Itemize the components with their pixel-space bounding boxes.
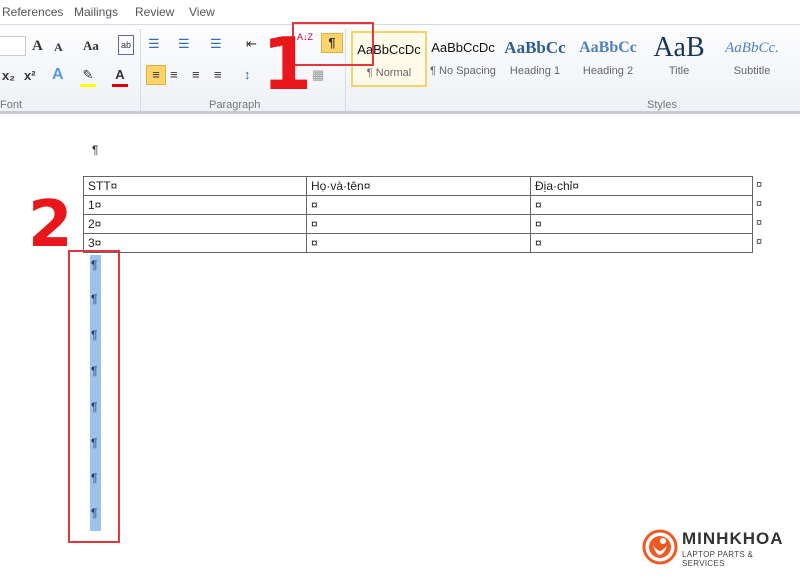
grow-font-button[interactable]: A: [32, 37, 43, 55]
borders-button[interactable]: ▦: [312, 66, 324, 84]
style-title[interactable]: AaB Title: [641, 31, 717, 87]
align-right-button[interactable]: ≡: [192, 66, 200, 84]
style-no-spacing[interactable]: AaBbCcDc ¶ No Spacing: [425, 31, 501, 87]
table-cell[interactable]: ¤: [306, 195, 531, 215]
minhkhoa-logo: MINHKHOA LAPTOP PARTS & SERVICES: [640, 527, 795, 568]
subscript-button[interactable]: x₂: [2, 67, 15, 85]
center-button[interactable]: ≡: [170, 66, 178, 84]
logo-icon: [642, 529, 678, 565]
table-cell[interactable]: ¤: [530, 214, 753, 234]
table-row: 2¤ ¤ ¤: [83, 214, 753, 234]
justify-button[interactable]: ≡: [214, 66, 222, 84]
table-cell[interactable]: ¤: [306, 214, 531, 234]
shrink-font-button[interactable]: A: [54, 38, 63, 56]
table-row: 1¤ ¤ ¤: [83, 195, 753, 215]
table-cell[interactable]: ¤: [530, 233, 753, 253]
annotation-number-2: 2: [28, 188, 73, 262]
paragraph-group-label: Paragraph: [209, 99, 261, 111]
font-group-label: Font: [0, 99, 23, 111]
multilevel-list-button[interactable]: ☰: [210, 35, 222, 53]
numbering-button[interactable]: ☰: [178, 35, 190, 53]
table-row: STT¤ Họ·và·tên¤ Địa·chỉ¤: [83, 176, 753, 196]
table-cell[interactable]: Địa·chỉ¤: [530, 176, 753, 196]
row-end-mark: ¤: [756, 236, 763, 248]
tab-references[interactable]: References: [2, 5, 63, 19]
text-effects-button[interactable]: A: [52, 66, 64, 84]
clear-formatting-button[interactable]: ab: [118, 35, 135, 55]
style-heading-1[interactable]: AaBbCc Heading 1: [497, 31, 573, 87]
tab-mailings[interactable]: Mailings: [74, 5, 118, 19]
font-size-box[interactable]: [0, 36, 26, 56]
logo-tagline: LAPTOP PARTS & SERVICES: [682, 550, 754, 568]
bullets-button[interactable]: ☰: [148, 35, 160, 53]
document-table[interactable]: STT¤ Họ·và·tên¤ Địa·chỉ¤ 1¤ ¤ ¤ 2¤ ¤ ¤ 3¤ ¤ ¤: [83, 176, 753, 253]
align-left-button[interactable]: ≡: [146, 65, 166, 85]
superscript-button[interactable]: x²: [24, 67, 36, 85]
style-subtitle[interactable]: AaBbCc. Subtitle: [714, 31, 790, 87]
table-cell[interactable]: ¤: [530, 195, 753, 215]
row-end-mark: ¤: [756, 198, 763, 210]
table-cell[interactable]: 2¤: [83, 214, 307, 234]
table-row: 3¤ ¤ ¤: [83, 233, 753, 253]
ribbon-tabs: References Mailings Review View: [0, 0, 800, 24]
logo-brand: MINHKHOA: [682, 529, 784, 548]
annotation-box-2: [68, 250, 120, 543]
row-end-mark: ¤: [756, 217, 763, 229]
table-cell[interactable]: ¤: [306, 233, 531, 253]
table-cell[interactable]: Họ·và·tên¤: [306, 176, 531, 196]
styles-group-label: Styles: [647, 99, 677, 111]
table-cell[interactable]: 1¤: [83, 195, 307, 215]
style-heading-2[interactable]: AaBbCc Heading 2: [570, 31, 646, 87]
decrease-indent-button[interactable]: ⇤: [246, 35, 257, 53]
highlight-button[interactable]: ✎: [80, 66, 96, 87]
tab-view[interactable]: View: [189, 5, 215, 19]
line-spacing-button[interactable]: ↕: [244, 66, 251, 84]
tab-review[interactable]: Review: [135, 5, 174, 19]
ribbon: A A Aa ab x₂ x² A ✎ A Font ☰ ☰ ☰ ⇤ ⇥ A↓Z…: [0, 24, 800, 114]
row-end-mark: ¤: [756, 179, 763, 191]
table-cell[interactable]: STT¤: [83, 176, 307, 196]
paragraph-mark: ¶: [92, 143, 99, 157]
change-case-button[interactable]: Aa: [83, 37, 99, 55]
font-color-button[interactable]: A: [112, 66, 128, 87]
annotation-number-1: 1: [262, 22, 313, 106]
